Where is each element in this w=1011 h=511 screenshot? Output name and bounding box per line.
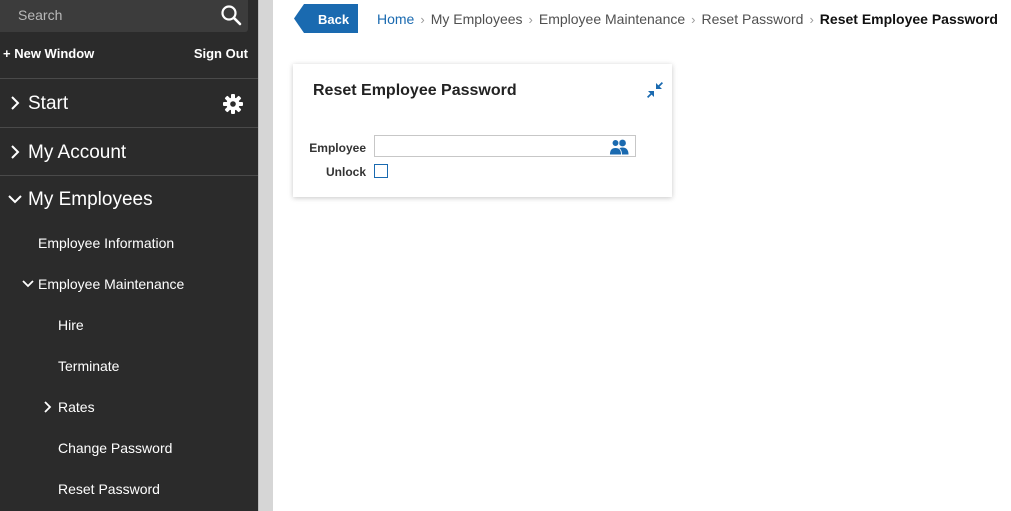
people-icon[interactable] [608, 138, 630, 155]
nav-item-hire[interactable]: Hire [0, 316, 258, 334]
back-button-label: Back [318, 12, 350, 27]
nav-divider [0, 127, 258, 128]
nav-item-label: Hire [58, 317, 84, 333]
breadcrumb-separator: › [809, 12, 814, 27]
search-input[interactable] [0, 0, 218, 30]
nav-divider [0, 78, 258, 79]
breadcrumb: Home › My Employees › Employee Maintenance › R… [377, 11, 998, 31]
card-title: Reset Employee Password [313, 82, 517, 99]
nav-item-rates[interactable]: Rates [0, 398, 258, 416]
sign-out-link[interactable]: Sign Out [194, 46, 248, 61]
gear-icon[interactable] [222, 93, 244, 115]
collapse-icon[interactable] [646, 81, 664, 99]
top-links: + New Window Sign Out [0, 46, 258, 66]
nav-item-label: My Account [28, 142, 127, 163]
breadcrumb-separator: › [691, 12, 696, 27]
unlock-checkbox[interactable] [374, 164, 388, 178]
nav-divider [0, 175, 258, 176]
nav-item-my-account[interactable]: My Account [0, 141, 258, 165]
nav-item-employee-maintenance[interactable]: Employee Maintenance [0, 275, 258, 293]
nav-item-label: Rates [58, 399, 95, 415]
back-button[interactable]: Back [294, 4, 358, 33]
breadcrumb-home[interactable]: Home [377, 11, 414, 27]
breadcrumb-employee-maintenance[interactable]: Employee Maintenance [539, 11, 685, 27]
breadcrumb-separator: › [420, 12, 425, 27]
chevron-right-icon [11, 96, 20, 110]
breadcrumb-separator: › [528, 12, 533, 27]
nav-item-employee-information[interactable]: Employee Information [0, 234, 258, 252]
sidebar-splitter[interactable] [258, 0, 273, 511]
employee-label: Employee [309, 141, 366, 155]
nav-item-change-password[interactable]: Change Password [0, 439, 258, 457]
nav-item-label: Employee Information [38, 235, 175, 251]
employee-input[interactable] [375, 136, 608, 156]
nav-item-label: Start [28, 93, 69, 114]
nav-item-reset-password[interactable]: Reset Password [0, 480, 258, 498]
nav-item-label: Reset Password [58, 481, 160, 497]
search-box [0, 0, 248, 32]
nav-item-label: Employee Maintenance [38, 276, 185, 292]
nav-item-terminate[interactable]: Terminate [0, 357, 258, 375]
search-icon[interactable] [220, 4, 242, 26]
chevron-right-icon [11, 145, 20, 159]
nav-item-label: My Employees [28, 189, 153, 210]
chevron-right-icon [44, 401, 52, 413]
nav-item-my-employees[interactable]: My Employees [0, 188, 258, 212]
nav-item-label: Change Password [58, 440, 173, 456]
unlock-label: Unlock [325, 165, 366, 179]
reset-password-card: Reset Employee Password Employee Unlock [293, 64, 672, 197]
new-window-link[interactable]: + New Window [3, 46, 94, 61]
nav-item-label: Terminate [58, 358, 120, 374]
employee-field [374, 135, 636, 157]
breadcrumb-current: Reset Employee Password [819, 11, 998, 27]
chevron-down-icon [8, 195, 22, 204]
breadcrumb-reset-password[interactable]: Reset Password [702, 11, 804, 27]
chevron-down-icon [22, 280, 34, 288]
nav-item-start[interactable]: Start [0, 92, 258, 116]
sidebar: + New Window Sign Out Start My Account [0, 0, 258, 511]
breadcrumb-my-employees[interactable]: My Employees [431, 11, 523, 27]
